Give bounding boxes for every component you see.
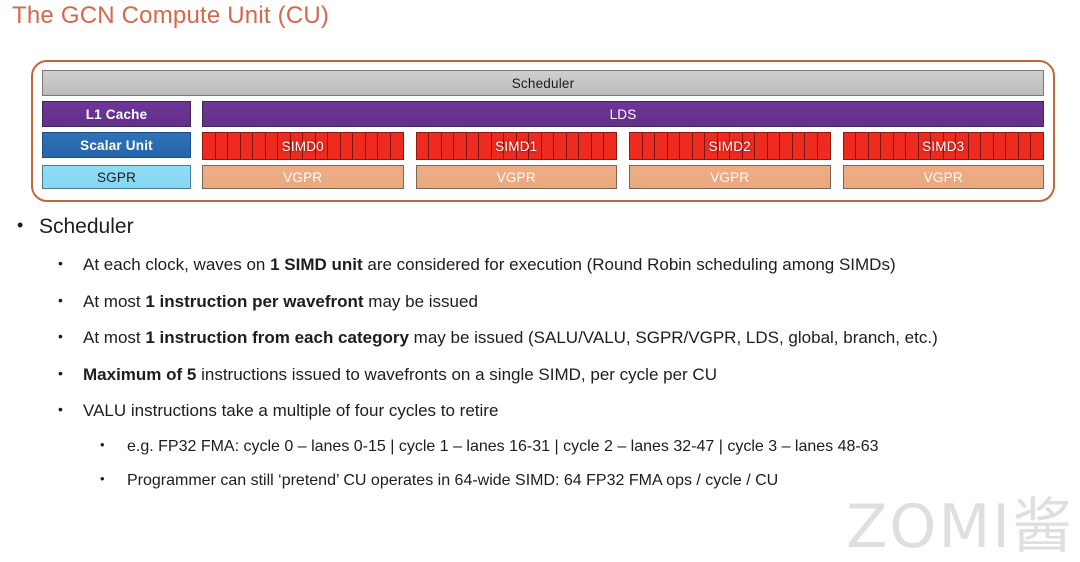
- simd3-label: SIMD3: [922, 138, 965, 154]
- simd2-block: SIMD2: [629, 132, 831, 160]
- scalar-unit-block: Scalar Unit: [42, 132, 191, 158]
- bullet-marker: •: [58, 291, 63, 308]
- bullet-text-pre: At most: [83, 328, 146, 348]
- vgpr-block-1: VGPR: [415, 165, 617, 189]
- sgpr-block: SGPR: [42, 165, 191, 189]
- bullet-text-bold: 1 SIMD unit: [270, 255, 363, 275]
- diagram-row-cache-lds: L1 Cache LDS: [42, 101, 1044, 127]
- page-title: The GCN Compute Unit (CU): [12, 2, 330, 29]
- bullet-list: • Scheduler • At each clock, waves on 1 …: [0, 214, 1080, 504]
- bullet-text-bold: 1 instruction per wavefront: [145, 291, 364, 311]
- diagram-row-registers: SGPR VGPR VGPR VGPR VGPR: [42, 165, 1044, 189]
- bullet-text-post: may be issued (SALU/VALU, SGPR/VGPR, LDS…: [408, 328, 938, 348]
- bullet-marker: •: [100, 437, 105, 453]
- bullet-marker: •: [58, 364, 63, 381]
- simd2-label: SIMD2: [708, 138, 751, 154]
- gcn-compute-unit-diagram: Scheduler L1 Cache LDS Scalar Unit SIMD0…: [31, 60, 1055, 202]
- bullet-each-clock: • At each clock, waves on 1 SIMD unit ar…: [0, 254, 1080, 277]
- bullet-maximum-of-5: • Maximum of 5 instructions issued to wa…: [0, 364, 1080, 387]
- vgpr-block-0: VGPR: [202, 165, 404, 189]
- simd1-label: SIMD1: [495, 138, 538, 154]
- bullet-text-bold: 1 instruction from each category: [145, 328, 409, 348]
- bullet-text: e.g. FP32 FMA: cycle 0 – lanes 0-15 | cy…: [127, 438, 879, 456]
- bullet-one-instruction-each-category: • At most 1 instruction from each catego…: [0, 327, 1080, 350]
- bullet-text: Scheduler: [39, 215, 134, 238]
- bullet-valu-cycles: • VALU instructions take a multiple of f…: [0, 400, 1080, 423]
- bullet-text: At each clock, waves on 1 SIMD unit are …: [83, 254, 896, 277]
- bullet-text-post: instructions issued to wavefronts on a s…: [196, 364, 717, 384]
- simd3-block: SIMD3: [842, 132, 1044, 160]
- bullet-text-post: are considered for execution (Round Robi…: [362, 255, 896, 275]
- bullet-text: Maximum of 5 instructions issued to wave…: [83, 364, 717, 387]
- bullet-text-post: may be issued: [363, 291, 478, 311]
- watermark: ZOMI酱: [846, 492, 1074, 562]
- bullet-text: At most 1 instruction from each category…: [83, 327, 938, 350]
- bullet-text-pre: VALU instructions take a multiple of fou…: [83, 401, 499, 420]
- bullet-text-pre: At most: [83, 291, 146, 311]
- l1-cache-block: L1 Cache: [42, 101, 191, 127]
- vgpr-block-2: VGPR: [629, 165, 831, 189]
- bullet-scheduler: • Scheduler: [0, 214, 1080, 240]
- bullet-text-bold: Maximum of 5: [83, 364, 197, 384]
- bullet-marker: •: [58, 255, 63, 272]
- bullet-text-pre: At each clock, waves on: [83, 255, 271, 275]
- vgpr-block-3: VGPR: [842, 165, 1044, 189]
- simd0-label: SIMD0: [281, 138, 324, 154]
- bullet-one-instruction-per-wavefront: • At most 1 instruction per wavefront ma…: [0, 291, 1080, 314]
- scheduler-block: Scheduler: [42, 70, 1044, 96]
- bullet-marker: •: [58, 401, 63, 417]
- diagram-row-scheduler: Scheduler: [42, 70, 1044, 96]
- diagram-row-simd: Scalar Unit SIMD0 SIMD1 SIMD2 SIMD3: [42, 132, 1044, 160]
- bullet-programmer-pretend: • Programmer can still ‘pretend’ CU oper…: [0, 470, 1080, 492]
- simd0-block: SIMD0: [202, 132, 404, 160]
- bullet-marker: •: [100, 471, 105, 487]
- bullet-marker: •: [58, 328, 63, 345]
- simd1-block: SIMD1: [415, 132, 617, 160]
- bullet-fp32-fma-example: • e.g. FP32 FMA: cycle 0 – lanes 0-15 | …: [0, 436, 1080, 458]
- bullet-text: Programmer can still ‘pretend’ CU operat…: [127, 472, 779, 490]
- bullet-text: VALU instructions take a multiple of fou…: [83, 400, 498, 423]
- bullet-text: At most 1 instruction per wavefront may …: [83, 291, 478, 314]
- bullet-marker: •: [17, 215, 24, 235]
- lds-block: LDS: [202, 101, 1044, 127]
